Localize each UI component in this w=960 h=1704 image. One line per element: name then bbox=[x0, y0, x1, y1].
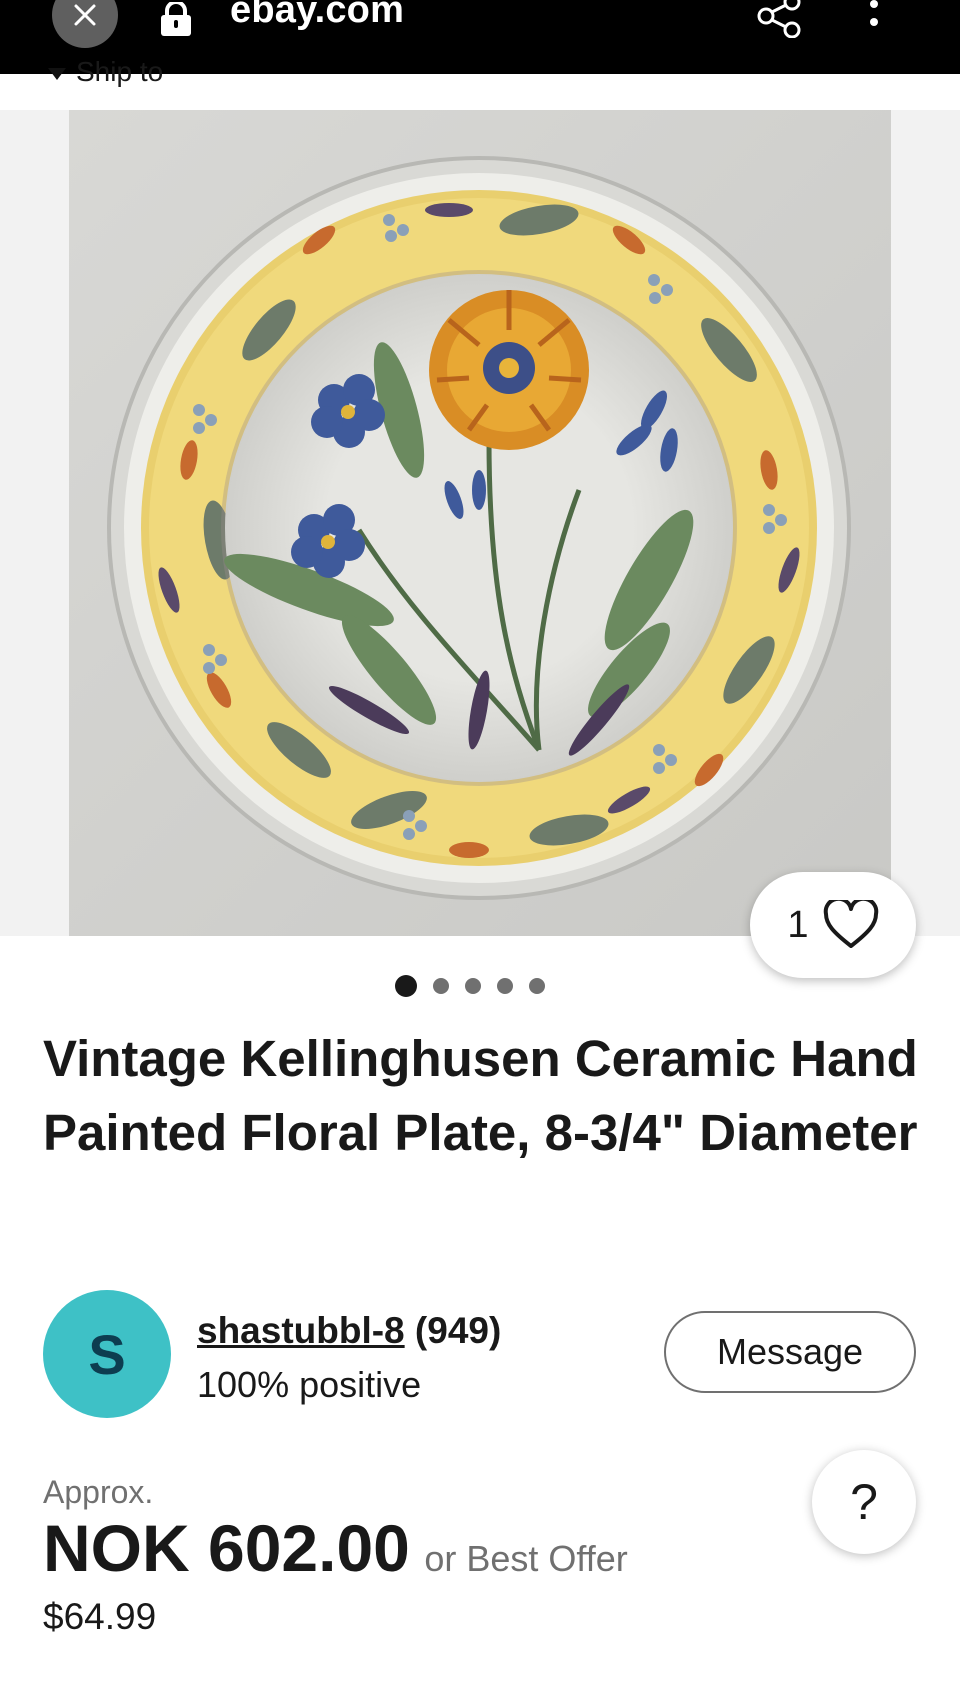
message-button[interactable]: Message bbox=[664, 1311, 916, 1393]
heart-icon bbox=[823, 900, 878, 948]
share-icon[interactable] bbox=[756, 0, 802, 38]
close-icon bbox=[74, 4, 96, 26]
price-row: NOK 602.00 or Best Offer bbox=[43, 1512, 628, 1603]
watch-button[interactable]: 1 bbox=[750, 872, 916, 978]
more-vert-icon[interactable] bbox=[864, 0, 884, 36]
price-amount: NOK 602.00 bbox=[43, 1511, 410, 1585]
price-usd: $64.99 bbox=[43, 1596, 157, 1637]
lock-icon bbox=[161, 2, 191, 36]
seller-avatar[interactable]: S bbox=[43, 1290, 171, 1418]
seller-feedback-count: (949) bbox=[414, 1310, 502, 1351]
image-gallery[interactable] bbox=[0, 110, 960, 936]
approx-label: Approx. bbox=[43, 1474, 154, 1510]
listing-title: Vintage Kellinghusen Ceramic Hand Painte… bbox=[43, 1030, 918, 1161]
close-tab-button[interactable] bbox=[52, 0, 118, 48]
ship-to-label: Ship to bbox=[76, 56, 164, 87]
pagination-dot-1[interactable] bbox=[395, 975, 417, 997]
watch-count: 1 bbox=[787, 903, 809, 946]
product-image[interactable] bbox=[69, 110, 891, 936]
caret-down-icon bbox=[48, 67, 66, 80]
pagination-dot-5[interactable] bbox=[529, 978, 545, 994]
gallery-pagination bbox=[395, 975, 545, 997]
best-offer-label: or Best Offer bbox=[424, 1538, 628, 1579]
seller-name-link[interactable]: shastubbl-8 bbox=[197, 1310, 405, 1351]
pagination-dot-3[interactable] bbox=[465, 978, 481, 994]
ship-to-link[interactable]: Ship to bbox=[48, 52, 163, 92]
seller-rating: 100% positive bbox=[197, 1364, 422, 1405]
address-bar-url[interactable]: ebay.com bbox=[230, 0, 404, 32]
pagination-dot-4[interactable] bbox=[497, 978, 513, 994]
seller-info: shastubbl-8 (949) bbox=[197, 1308, 501, 1354]
help-button[interactable]: ? bbox=[812, 1450, 916, 1554]
pagination-dot-2[interactable] bbox=[433, 978, 449, 994]
